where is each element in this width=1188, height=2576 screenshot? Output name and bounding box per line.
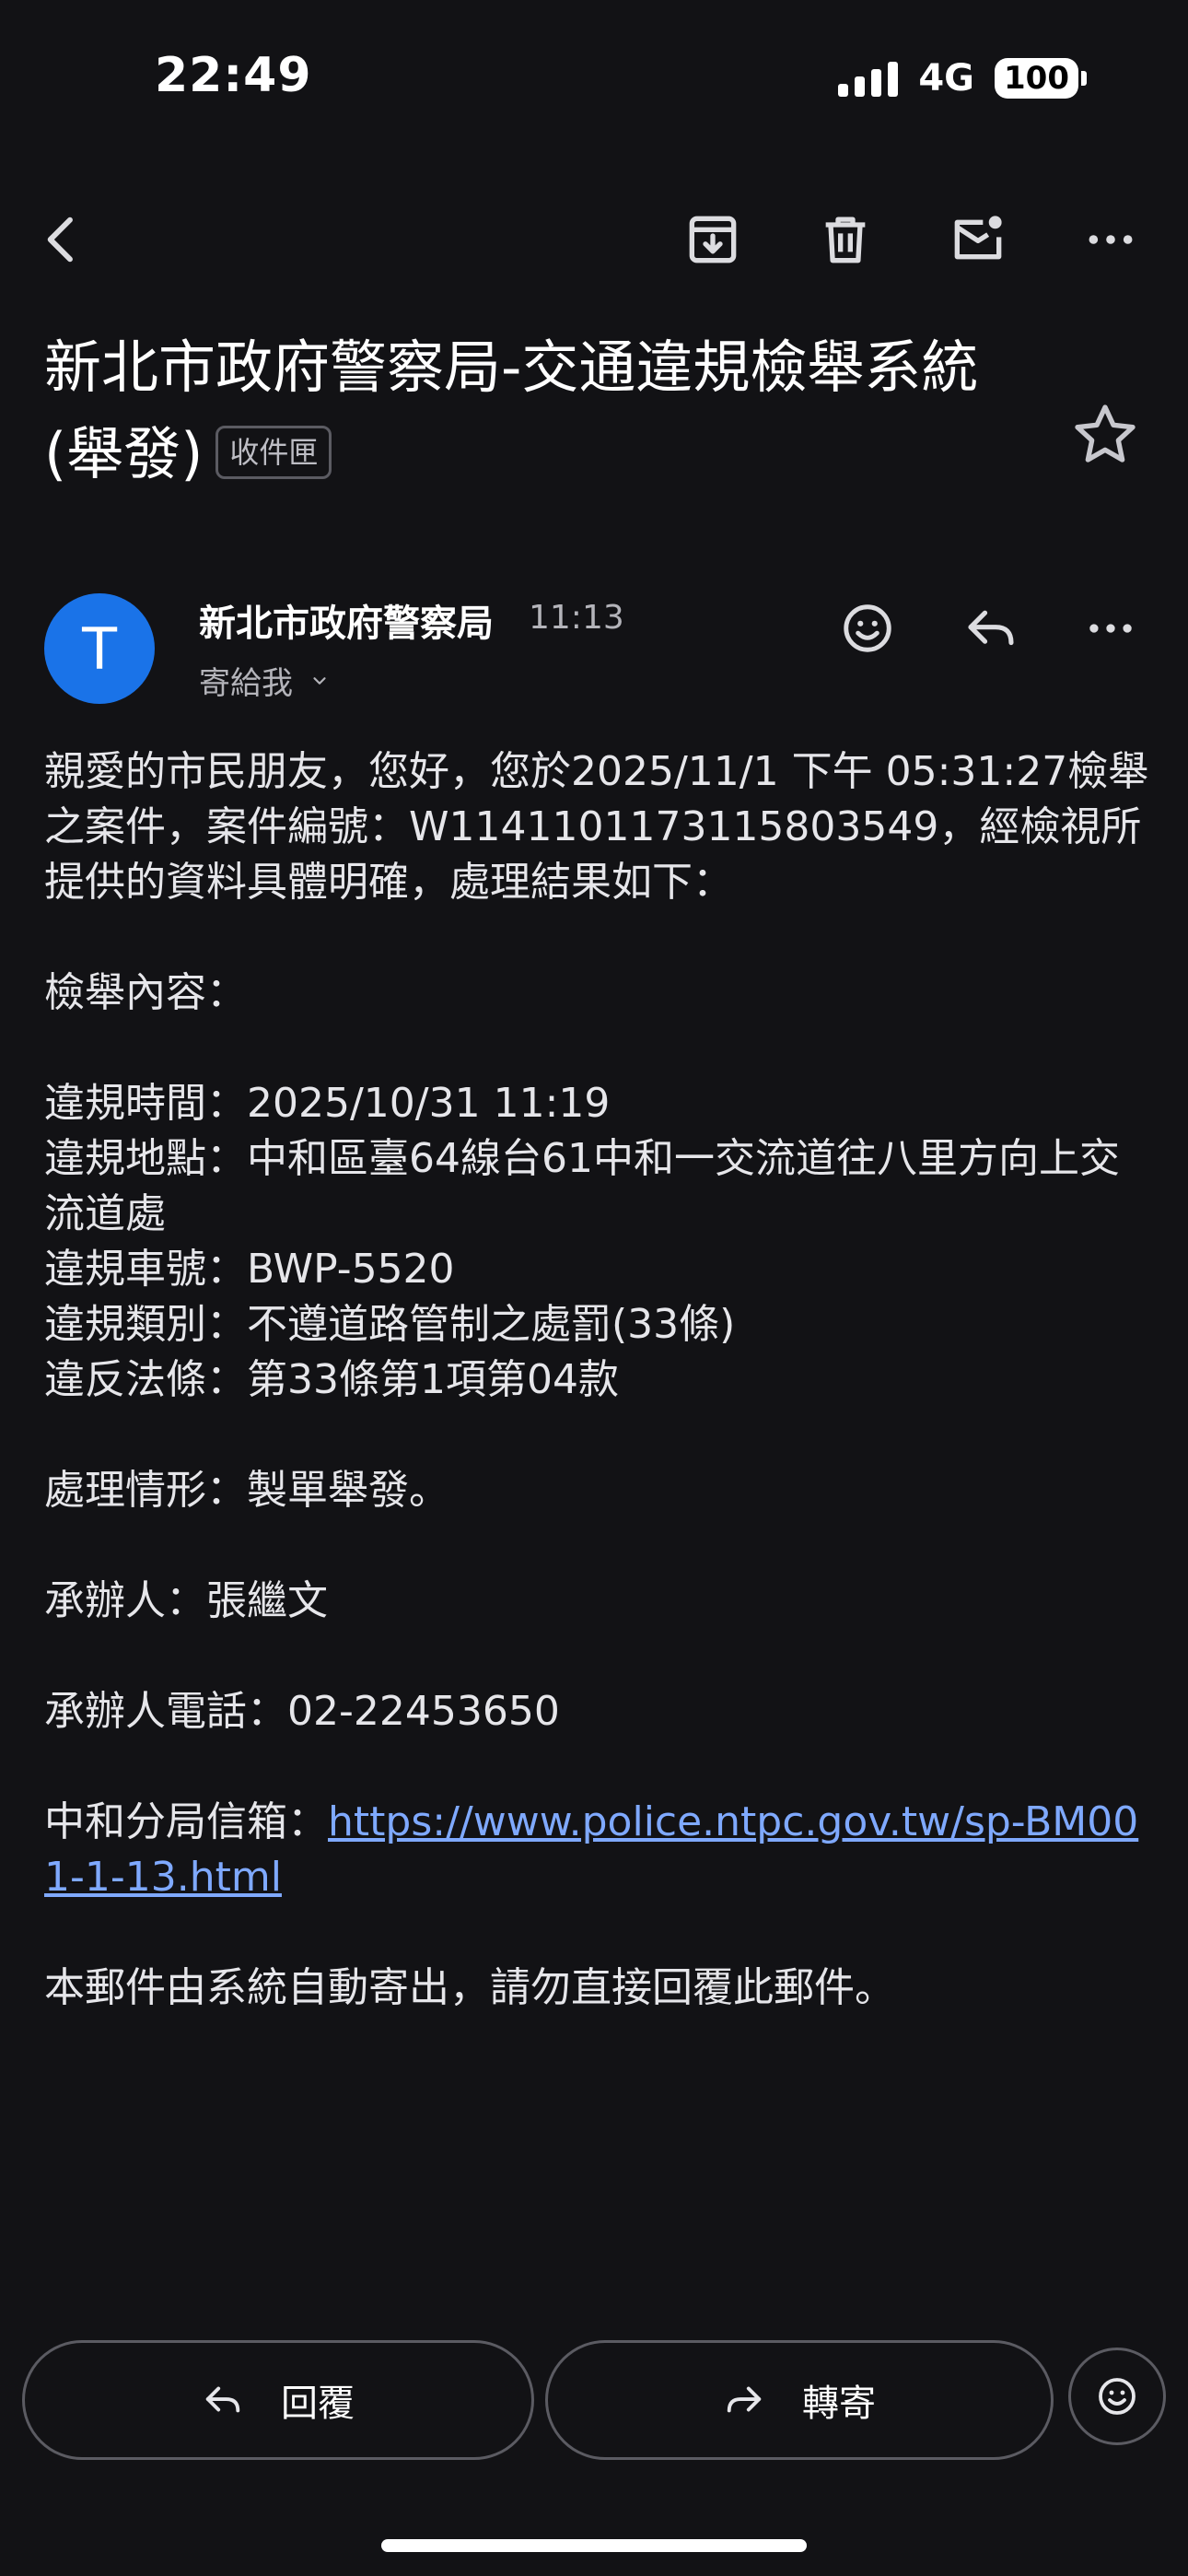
body-line xyxy=(44,1739,1149,1795)
back-arrow-icon[interactable] xyxy=(26,203,99,276)
body-line xyxy=(44,1629,1149,1684)
email-view: 22:49 4G 100 新北市政府警察局-交通違規檢舉系統(舉發) 收件匣 T … xyxy=(0,0,1188,2576)
body-line: 檢舉內容： xyxy=(44,969,247,1016)
email-subject: 新北市政府警察局-交通違規檢舉系統(舉發) 收件匣 xyxy=(44,324,1020,498)
status-indicators: 4G 100 xyxy=(838,57,1087,100)
star-icon[interactable] xyxy=(1068,398,1142,472)
emoji-reaction-icon[interactable] xyxy=(829,590,906,667)
signal-icon xyxy=(838,60,899,97)
sender-avatar[interactable]: T xyxy=(44,593,155,704)
chevron-down-icon xyxy=(313,676,326,685)
message-more-icon[interactable] xyxy=(1072,590,1149,667)
recipient-toggle[interactable]: 寄給我 xyxy=(199,658,330,703)
status-time: 22:49 xyxy=(155,48,312,103)
sender-name: 新北市政府警察局 xyxy=(199,603,494,645)
body-line: 違規時間：2025/10/31 11:19 xyxy=(44,1080,611,1127)
reply-icon[interactable] xyxy=(952,590,1030,667)
subject-text: 新北市政府警察局-交通違規檢舉系統(舉發) xyxy=(44,334,979,487)
network-type: 4G xyxy=(918,57,975,100)
body-line xyxy=(44,1518,1149,1574)
body-line xyxy=(44,910,1149,966)
footer-note: 本郵件由系統自動寄出，請勿直接回覆此郵件。 xyxy=(44,1964,895,2011)
body-line: 處理情形：製單舉發。 xyxy=(44,1467,449,1514)
battery-icon: 100 xyxy=(995,58,1087,99)
recipient-label: 寄給我 xyxy=(199,665,293,702)
reply-label: 回覆 xyxy=(281,2383,355,2425)
inbox-label-chip[interactable]: 收件匣 xyxy=(215,425,332,479)
body-line: 承辦人電話：02-22453650 xyxy=(44,1688,560,1735)
mailbox-line: 中和分局信箱：https://www.police.ntpc.gov.tw/sp… xyxy=(44,1795,1149,1905)
body-line: 違規地點：中和區臺64線台61中和一交流道往八里方向上交流道處 xyxy=(44,1135,1120,1237)
body-line: 違反法條：第33條第1項第04款 xyxy=(44,1356,619,1403)
email-body: 親愛的市民朋友，您好，您於2025/11/1 下午 05:31:27檢舉之案件，… xyxy=(44,744,1149,2016)
body-line xyxy=(44,1408,1149,1463)
forward-icon xyxy=(727,2386,762,2413)
body-line: 承辦人：張繼文 xyxy=(44,1577,328,1624)
forward-button[interactable]: 轉寄 xyxy=(545,2340,1054,2460)
body-line: 違規車號：BWP-5520 xyxy=(44,1246,455,1293)
mailbox-label: 中和分局信箱： xyxy=(44,1798,328,1845)
battery-level: 100 xyxy=(995,58,1078,99)
mark-unread-icon[interactable] xyxy=(941,203,1015,276)
reply-icon xyxy=(205,2386,240,2413)
reply-button[interactable]: 回覆 xyxy=(22,2340,534,2460)
body-line: 親愛的市民朋友，您好，您於2025/11/1 下午 05:31:27檢舉之案件，… xyxy=(44,748,1149,906)
emoji-reaction-button[interactable] xyxy=(1068,2348,1166,2445)
forward-label: 轉寄 xyxy=(802,2383,876,2425)
more-icon[interactable] xyxy=(1074,203,1147,276)
received-time: 11:13 xyxy=(529,599,624,637)
body-line xyxy=(44,1021,1149,1076)
body-line: 違規類別：不遵道路管制之處罰(33條) xyxy=(44,1301,736,1348)
trash-icon[interactable] xyxy=(809,203,882,276)
emoji-icon xyxy=(1099,2378,1136,2415)
home-indicator[interactable] xyxy=(381,2539,807,2552)
archive-icon[interactable] xyxy=(676,203,750,276)
body-line xyxy=(44,1905,1149,1961)
